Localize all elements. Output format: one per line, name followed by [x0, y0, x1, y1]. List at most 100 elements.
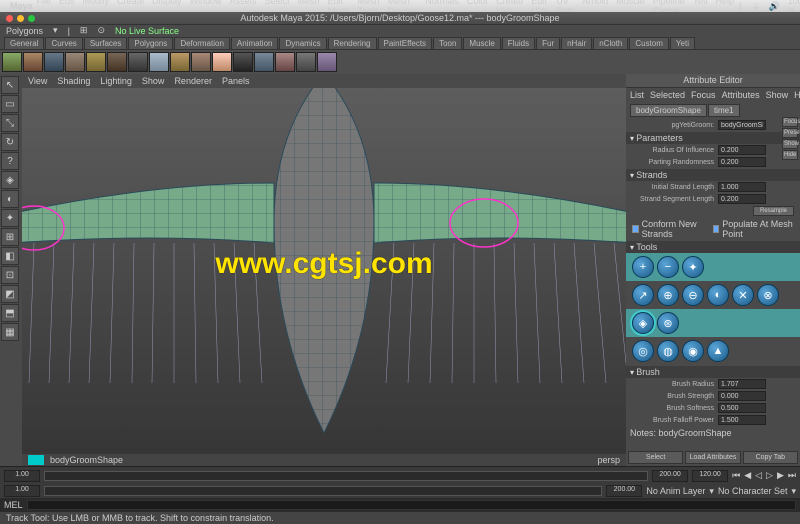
- shelf-tab-fur[interactable]: Fur: [536, 37, 560, 49]
- rotate-tool-icon[interactable]: ↻: [1, 133, 19, 151]
- shelf-item[interactable]: [23, 52, 43, 72]
- close-button[interactable]: [6, 15, 13, 22]
- smooth-tool-icon[interactable]: ⊗: [757, 284, 779, 306]
- select-button[interactable]: Select: [628, 451, 683, 464]
- ae-focus[interactable]: Focus: [691, 90, 716, 100]
- shelf-item[interactable]: [191, 52, 211, 72]
- shelf-item[interactable]: [107, 52, 127, 72]
- zoom-button[interactable]: [28, 15, 35, 22]
- start-frame[interactable]: 1.00: [4, 470, 40, 482]
- brush-strength-input[interactable]: [718, 391, 766, 401]
- play-end-icon[interactable]: ⏭: [788, 470, 796, 481]
- layout-icon[interactable]: ◩: [1, 285, 19, 303]
- minimize-button[interactable]: [17, 15, 24, 22]
- parting-input[interactable]: [718, 157, 766, 167]
- tool-icon[interactable]: ▲: [707, 340, 729, 362]
- focus-button[interactable]: Focus: [782, 117, 798, 127]
- vp-menu-show[interactable]: Show: [142, 76, 165, 86]
- layout-single-icon[interactable]: ◐: [1, 190, 19, 208]
- step-back-icon[interactable]: ◀: [744, 470, 751, 481]
- section-parameters[interactable]: ▾ Parameters: [626, 132, 800, 144]
- layout-icon[interactable]: ▦: [1, 323, 19, 341]
- conform-checkbox[interactable]: [632, 225, 639, 233]
- play-back-icon[interactable]: ◁: [755, 470, 762, 481]
- twist-tool-icon[interactable]: ⊛: [657, 312, 679, 334]
- range-end[interactable]: 200.00: [606, 485, 642, 497]
- shelf-item[interactable]: [254, 52, 274, 72]
- shelf-item[interactable]: [2, 52, 22, 72]
- shelf-tab-deformation[interactable]: Deformation: [174, 37, 230, 49]
- load-attributes-button[interactable]: Load Attributes: [685, 451, 740, 464]
- shrink-tool-icon[interactable]: ⊖: [682, 284, 704, 306]
- viewport[interactable]: www.cgtsj.com: [22, 88, 626, 454]
- tool-icon[interactable]: ◉: [682, 340, 704, 362]
- shelf-item[interactable]: [296, 52, 316, 72]
- shelf-item[interactable]: [212, 52, 232, 72]
- tool-icon[interactable]: ◍: [657, 340, 679, 362]
- presets-button[interactable]: Presets: [782, 128, 798, 138]
- comb-tool-icon[interactable]: ↗: [632, 284, 654, 306]
- wifi-icon[interactable]: ⏚: [751, 0, 760, 13]
- anim-layer[interactable]: No Anim Layer: [646, 486, 705, 496]
- ae-attributes[interactable]: Attributes: [722, 90, 760, 100]
- snap-icon[interactable]: ⊞: [80, 25, 88, 36]
- groom-input[interactable]: [718, 120, 766, 130]
- show-button[interactable]: Show: [782, 139, 798, 149]
- vp-menu-panels[interactable]: Panels: [222, 76, 250, 86]
- add-tool-icon[interactable]: +: [632, 256, 654, 278]
- range-slider[interactable]: 1.00 200.00 No Anim Layer ▾ No Character…: [0, 484, 800, 498]
- radius-input[interactable]: [718, 145, 766, 155]
- shelf-tab-polygons[interactable]: Polygons: [128, 37, 173, 49]
- command-line[interactable]: MEL: [0, 498, 800, 512]
- play-start-icon[interactable]: ⏮: [732, 470, 740, 481]
- shelf-tab-ncloth[interactable]: nCloth: [593, 37, 628, 49]
- play-fwd-icon[interactable]: ▷: [766, 470, 773, 481]
- app-name[interactable]: Maya: [10, 1, 33, 11]
- section-brush[interactable]: ▾ Brush: [626, 366, 800, 378]
- time-scale[interactable]: [44, 471, 648, 481]
- end-frame[interactable]: 200.00: [652, 470, 688, 482]
- scale-tool-icon[interactable]: ?: [1, 152, 19, 170]
- layout-four-icon[interactable]: ✦: [1, 209, 19, 227]
- vp-menu-lighting[interactable]: Lighting: [100, 76, 132, 86]
- shelf-tab-dynamics[interactable]: Dynamics: [279, 37, 326, 49]
- volume-icon[interactable]: 🔊: [768, 1, 779, 12]
- remove-tool-icon[interactable]: −: [657, 256, 679, 278]
- magnet-icon[interactable]: ⊙: [97, 25, 105, 36]
- move-tool-icon[interactable]: ⤡: [1, 114, 19, 132]
- shelf-tab-painteffects[interactable]: PaintEffects: [378, 37, 433, 49]
- shelf-tab-rendering[interactable]: Rendering: [328, 37, 377, 49]
- shelf-item[interactable]: [128, 52, 148, 72]
- shelf-item[interactable]: [233, 52, 253, 72]
- step-fwd-icon[interactable]: ▶: [777, 470, 784, 481]
- cut-tool-icon[interactable]: ✕: [732, 284, 754, 306]
- resample-button[interactable]: Resample: [753, 206, 794, 216]
- shelf-item[interactable]: [86, 52, 106, 72]
- shelf-item[interactable]: [275, 52, 295, 72]
- character-set[interactable]: No Character Set: [718, 486, 788, 496]
- shelf-tab-animation[interactable]: Animation: [231, 37, 279, 49]
- layout-icon[interactable]: ⊡: [1, 266, 19, 284]
- brush-falloff-input[interactable]: [718, 415, 766, 425]
- live-surface[interactable]: No Live Surface: [115, 26, 179, 36]
- brush-softness-input[interactable]: [718, 403, 766, 413]
- shelf-tab-muscle[interactable]: Muscle: [463, 37, 500, 49]
- vp-menu-renderer[interactable]: Renderer: [174, 76, 212, 86]
- layout-icon[interactable]: ⊞: [1, 228, 19, 246]
- shelf-tab-custom[interactable]: Custom: [629, 37, 669, 49]
- range-start[interactable]: 1.00: [4, 485, 40, 497]
- ae-selected[interactable]: Selected: [650, 90, 685, 100]
- ae-tab-time[interactable]: time1: [708, 104, 740, 117]
- shelf-item[interactable]: [149, 52, 169, 72]
- grow-tool-icon[interactable]: ⊕: [657, 284, 679, 306]
- mode-selector[interactable]: Polygons: [6, 26, 43, 36]
- last-tool-icon[interactable]: ◈: [1, 171, 19, 189]
- layout-icon[interactable]: ⬒: [1, 304, 19, 322]
- current-frame[interactable]: 120.00: [692, 470, 728, 482]
- vp-menu-shading[interactable]: Shading: [57, 76, 90, 86]
- ae-list[interactable]: List: [630, 90, 644, 100]
- mask-tool-icon[interactable]: ◐: [707, 284, 729, 306]
- seglen-input[interactable]: [718, 194, 766, 204]
- copy-tab-button[interactable]: Copy Tab: [743, 451, 798, 464]
- clump-tool-icon[interactable]: ◈: [632, 312, 654, 334]
